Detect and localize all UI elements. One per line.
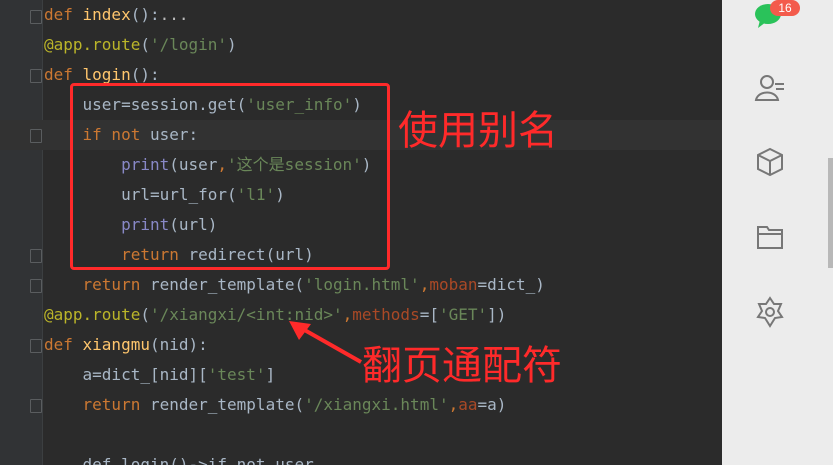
code-token: =a) (477, 395, 507, 414)
code-token: @app.route (44, 305, 141, 324)
code-token: xiangmu (82, 335, 150, 354)
code-token: ( (140, 35, 150, 54)
fold-marker-icon[interactable] (30, 129, 42, 143)
code-line[interactable]: def login()->if not user (44, 450, 314, 465)
gutter-divider (42, 0, 43, 465)
code-token: @app.route (44, 35, 141, 54)
code-token: def (44, 5, 83, 24)
fold-marker-icon[interactable] (30, 69, 42, 83)
contacts-icon[interactable] (754, 72, 786, 104)
code-token: aa (458, 395, 478, 414)
code-line[interactable]: a=dict_[nid]['test'] (44, 360, 276, 390)
code-token: (): (130, 65, 160, 84)
code-token: ) (227, 35, 237, 54)
code-token: def login()->if not user (44, 455, 314, 465)
unread-badge: 16 (770, 0, 800, 16)
fold-marker-icon[interactable] (30, 10, 42, 24)
code-line[interactable]: return render_template('login.html',moba… (44, 270, 545, 300)
code-token: 'GET' (438, 305, 488, 324)
fold-marker-icon[interactable] (30, 339, 42, 353)
code-token: def (44, 335, 83, 354)
fold-marker-icon[interactable] (30, 249, 42, 263)
code-token: a=dict_[nid][ (44, 365, 208, 384)
code-token: 'login.html' (304, 275, 420, 294)
mini-program-icon[interactable] (754, 296, 786, 328)
sidebar-scrollbar[interactable] (828, 158, 833, 268)
code-token: (nid): (149, 335, 208, 354)
fold-marker-icon[interactable] (30, 279, 42, 293)
code-token: def (44, 65, 83, 84)
code-token: =dict_) (477, 275, 545, 294)
code-token: ... (159, 5, 189, 24)
code-token: render_template( (149, 395, 305, 414)
code-token: return (82, 275, 150, 294)
code-line[interactable]: def index():... (44, 0, 189, 30)
code-token: render_template( (149, 275, 305, 294)
code-token: ]) (487, 305, 507, 324)
code-line[interactable]: def xiangmu(nid): (44, 330, 208, 360)
annotation-alias: 使用别名 (398, 108, 558, 154)
code-token: ] (265, 365, 276, 384)
annotation-highlight-box (70, 83, 390, 270)
code-token: moban (429, 275, 478, 294)
code-token: (): (130, 5, 160, 24)
code-line[interactable]: return render_template('/xiangxi.html',a… (44, 390, 507, 420)
folder-icon[interactable] (754, 221, 786, 253)
annotation-wildcard: 翻页通配符 (362, 343, 562, 389)
code-token: login (82, 65, 131, 84)
cube-icon[interactable] (754, 146, 786, 178)
code-token: =[ (419, 305, 439, 324)
code-line[interactable]: @app.route('/login') (44, 30, 237, 60)
code-token: '/login' (149, 35, 228, 54)
code-token: '/xiangxi.html' (304, 395, 449, 414)
code-line[interactable]: @app.route('/xiangxi/<int:nid>',methods=… (44, 300, 506, 330)
annotation-arrow-icon (289, 321, 362, 364)
code-token: return (82, 395, 150, 414)
code-token: ( (140, 305, 150, 324)
code-token: index (82, 5, 131, 24)
code-token: , (448, 395, 459, 414)
fold-marker-icon[interactable] (30, 399, 42, 413)
code-token: , (419, 275, 430, 294)
code-token: 'test' (207, 365, 266, 384)
